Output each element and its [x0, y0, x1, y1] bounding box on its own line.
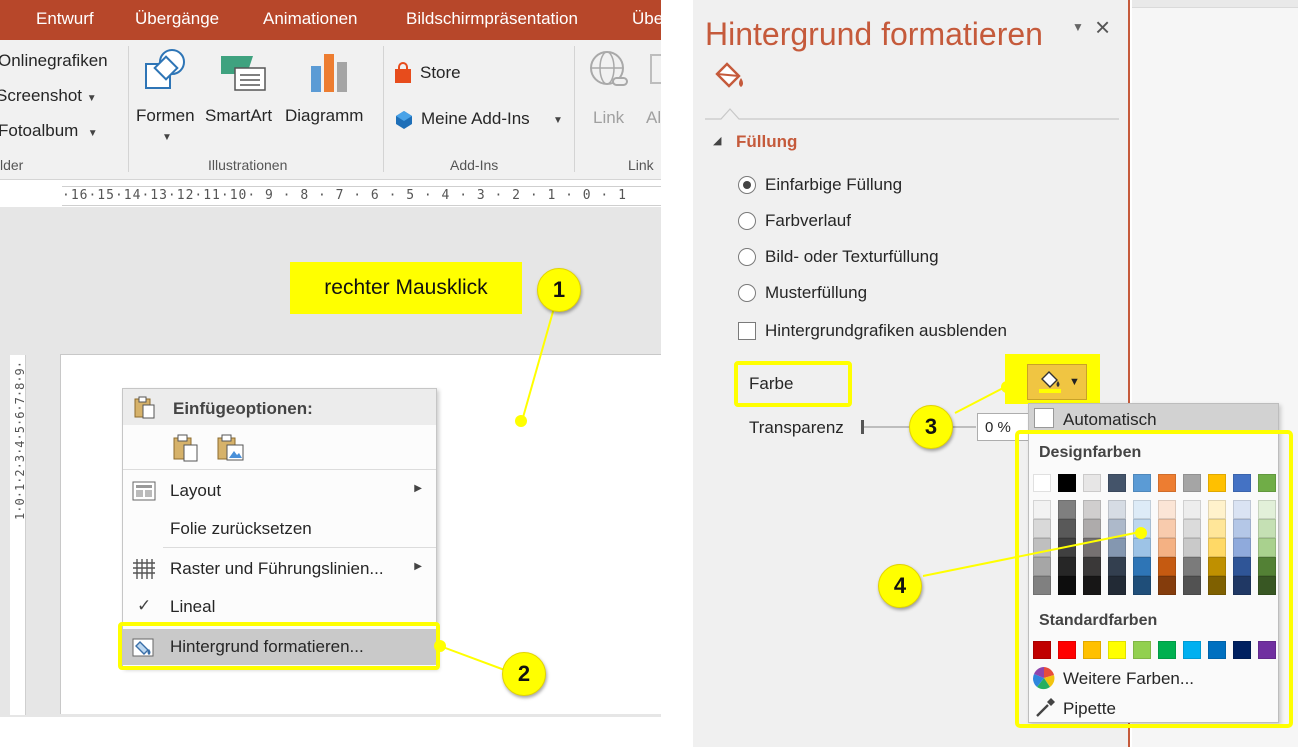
- image-gap: [661, 0, 693, 747]
- callout-anchor-dot: [1001, 381, 1013, 393]
- step-badge-3: 3: [909, 405, 953, 449]
- step-badge-2: 2: [502, 652, 546, 696]
- callout-lines-left: [439, 307, 555, 673]
- callout-anchor-dot: [434, 640, 446, 652]
- callout-lines-right: [922, 385, 1141, 577]
- powerpoint-window: Entwurf Übergänge Animationen Bildschirm…: [0, 0, 661, 747]
- callout-anchor-dot: [1135, 527, 1147, 539]
- step-badge-4: 4: [878, 564, 922, 608]
- step-badge-1: 1: [537, 268, 581, 312]
- click-point-marker: [515, 415, 527, 427]
